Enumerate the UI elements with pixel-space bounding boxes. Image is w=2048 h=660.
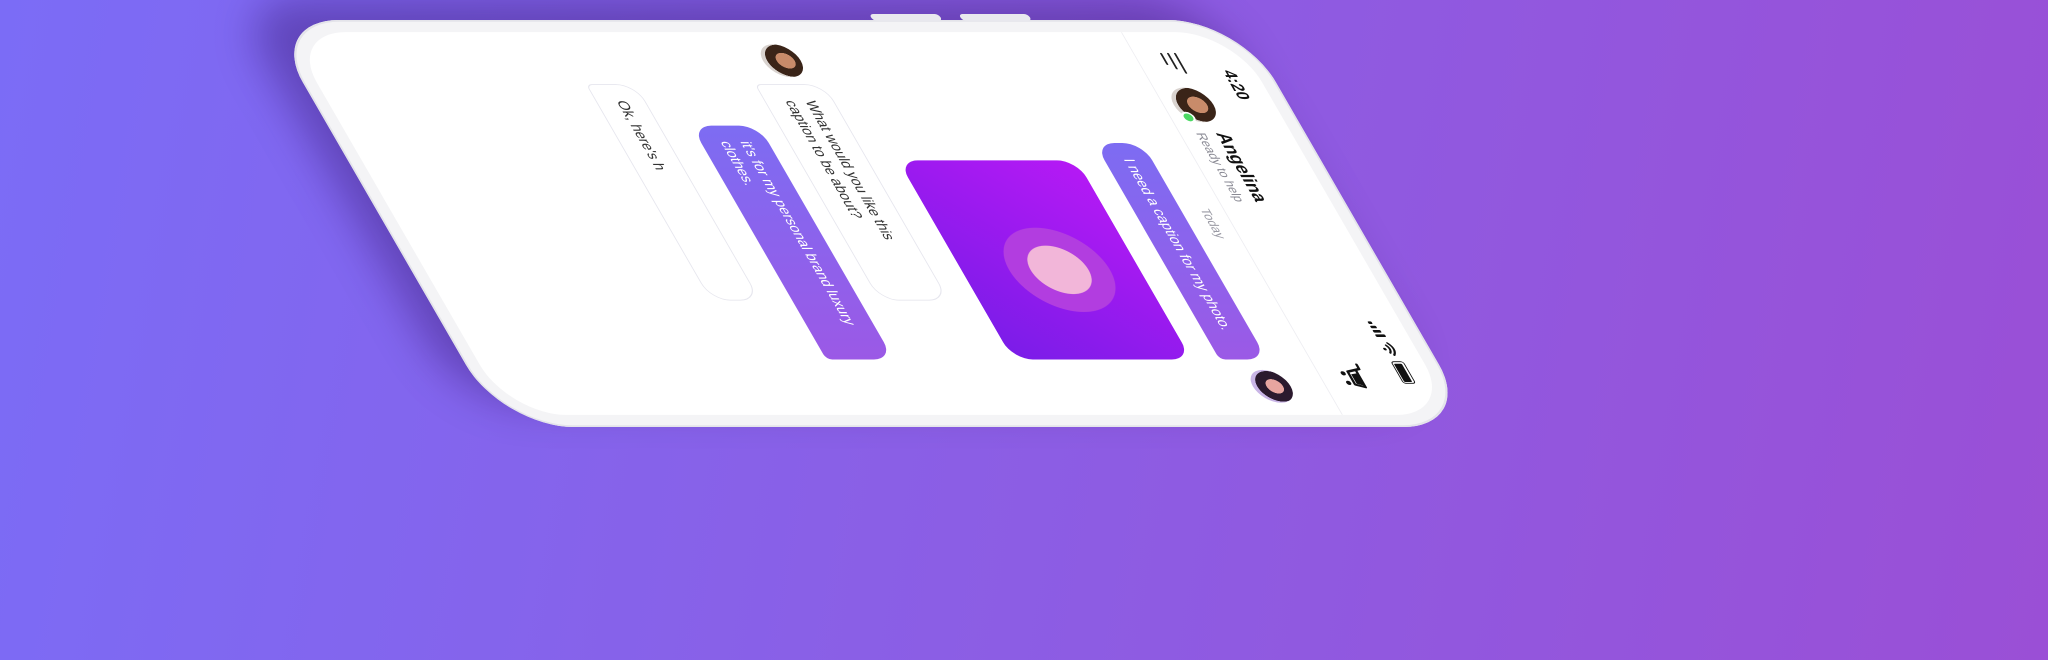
bot-avatar — [753, 44, 811, 78]
volume-down-button — [869, 13, 943, 21]
phone-mockup: 4:20 Angelina Ready to help Today I need… — [266, 13, 1475, 428]
menu-icon[interactable] — [1158, 52, 1188, 74]
online-indicator — [1178, 111, 1199, 124]
contact-avatar — [1163, 87, 1224, 124]
battery-icon — [1390, 361, 1417, 384]
wifi-icon — [1383, 342, 1396, 357]
user-avatar — [1243, 369, 1301, 403]
status-time: 4:20 — [1218, 70, 1255, 100]
signal-icon — [1367, 321, 1387, 337]
volume-up-button — [958, 13, 1032, 21]
promo-banner: 4:20 Angelina Ready to help Today I need… — [0, 0, 2048, 660]
cart-icon[interactable] — [1333, 363, 1375, 391]
